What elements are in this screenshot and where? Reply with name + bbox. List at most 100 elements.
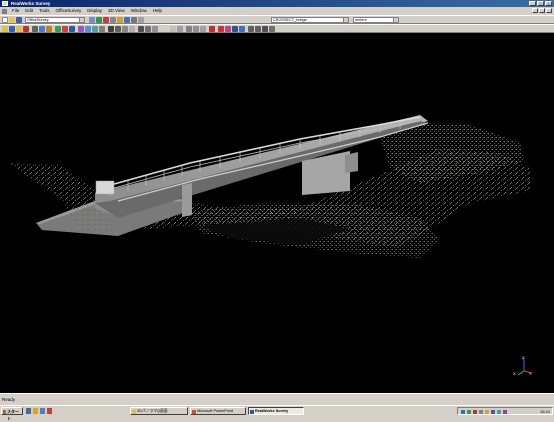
toolbar-main: OfficeSurvey CROSSECT_bridge meters bbox=[0, 15, 554, 24]
antivirus-icon[interactable] bbox=[467, 409, 471, 414]
axis-y-label: Y bbox=[529, 371, 532, 376]
light-icon[interactable] bbox=[138, 26, 144, 32]
color-icon[interactable] bbox=[129, 26, 135, 32]
ime-icon[interactable] bbox=[485, 409, 489, 414]
task-label: Microsoft PowerPoint bbox=[197, 409, 233, 413]
perspective-icon[interactable] bbox=[115, 26, 121, 32]
menu-display[interactable]: Display bbox=[84, 7, 105, 15]
target-icon[interactable] bbox=[103, 17, 109, 23]
pick-icon[interactable] bbox=[177, 26, 183, 32]
cursor-icon[interactable] bbox=[170, 26, 176, 32]
minimize-button[interactable]: _ bbox=[529, 1, 536, 6]
pen-icon[interactable] bbox=[225, 26, 231, 32]
doc-restore-button[interactable] bbox=[539, 8, 545, 13]
taskbar: スタート 3DパノラマQ画面 Microsoft PowerPoint Real… bbox=[0, 405, 554, 421]
polyline-icon[interactable] bbox=[200, 26, 206, 32]
volume-icon[interactable] bbox=[479, 409, 483, 414]
shade-icon[interactable] bbox=[145, 26, 151, 32]
rotate-icon[interactable] bbox=[2, 26, 8, 32]
fence-icon[interactable] bbox=[110, 17, 116, 23]
mode-combo[interactable]: OfficeSurvey bbox=[25, 17, 85, 23]
point-cloud-view bbox=[8, 115, 530, 258]
toolbar-view bbox=[0, 24, 554, 33]
cloud-icon[interactable] bbox=[96, 17, 102, 23]
task-label: RealWorks Survey bbox=[255, 409, 289, 413]
remove-icon[interactable] bbox=[218, 26, 224, 32]
chevron-down-icon[interactable] bbox=[79, 18, 84, 22]
axis-x-label: X bbox=[513, 371, 516, 376]
grid-icon[interactable] bbox=[124, 17, 130, 23]
side-view-icon[interactable] bbox=[92, 26, 98, 32]
chevron-down-icon[interactable] bbox=[343, 18, 348, 22]
menu-officesurvey[interactable]: OfficeSurvey bbox=[53, 7, 85, 15]
frame-icon[interactable] bbox=[69, 26, 75, 32]
stop-icon[interactable] bbox=[209, 26, 215, 32]
delete-icon[interactable] bbox=[62, 26, 68, 32]
pan-icon[interactable] bbox=[9, 26, 15, 32]
menu-edit[interactable]: Edit bbox=[22, 7, 36, 15]
start-button[interactable]: スタート bbox=[1, 407, 23, 421]
units-combo-value: meters bbox=[355, 18, 367, 22]
sync-icon[interactable] bbox=[497, 409, 501, 414]
bridge-pier-2 bbox=[345, 152, 358, 173]
zoom-fit-icon[interactable] bbox=[262, 26, 268, 32]
front-view-icon[interactable] bbox=[85, 26, 91, 32]
cross-icon[interactable] bbox=[186, 26, 192, 32]
paste-icon[interactable] bbox=[46, 26, 52, 32]
network-icon[interactable] bbox=[461, 409, 465, 414]
undo-icon[interactable] bbox=[23, 26, 29, 32]
app-icon[interactable] bbox=[2, 1, 8, 6]
cut-icon[interactable] bbox=[32, 26, 38, 32]
points-icon[interactable] bbox=[152, 26, 158, 32]
zoom-out-icon[interactable] bbox=[255, 26, 261, 32]
ortho-icon[interactable] bbox=[108, 26, 114, 32]
doc-minimize-button[interactable] bbox=[532, 8, 538, 13]
units-combo[interactable]: meters bbox=[353, 17, 399, 23]
task-item-realworks[interactable]: RealWorks Survey bbox=[248, 407, 304, 415]
measure-icon[interactable] bbox=[117, 17, 123, 23]
chevron-down-icon[interactable] bbox=[393, 18, 398, 22]
zoom-in-icon[interactable] bbox=[248, 26, 254, 32]
show-desktop-icon[interactable] bbox=[26, 408, 31, 414]
close-button[interactable]: × bbox=[545, 1, 552, 6]
menu-help[interactable]: Help bbox=[150, 7, 165, 15]
folder-icon bbox=[132, 409, 136, 414]
task-label: 3DパノラマQ画面 bbox=[137, 409, 168, 413]
window-controls: _ □ × bbox=[529, 1, 552, 6]
menu-file[interactable]: File bbox=[9, 7, 22, 15]
quicklaunch-app-icon[interactable] bbox=[47, 408, 52, 414]
title-bar: RealWorks Survey _ □ × bbox=[0, 0, 554, 7]
maximize-button[interactable]: □ bbox=[537, 1, 544, 6]
layer-icon[interactable] bbox=[138, 17, 144, 23]
line-icon[interactable] bbox=[193, 26, 199, 32]
render-icon[interactable] bbox=[122, 26, 128, 32]
doc-close-button[interactable] bbox=[546, 8, 552, 13]
zoom-window-icon[interactable] bbox=[269, 26, 275, 32]
mode-combo-value: OfficeSurvey bbox=[27, 18, 49, 22]
contour-icon[interactable] bbox=[232, 26, 238, 32]
copy-icon[interactable] bbox=[39, 26, 45, 32]
segment-icon[interactable] bbox=[55, 26, 61, 32]
task-item-panorama[interactable]: 3DパノラマQ画面 bbox=[130, 407, 188, 415]
menu-window[interactable]: Window bbox=[128, 7, 150, 15]
tray-app-icon[interactable] bbox=[503, 409, 507, 414]
ie-icon[interactable] bbox=[33, 408, 38, 414]
display-icon[interactable] bbox=[491, 409, 495, 414]
view-icon[interactable] bbox=[131, 17, 137, 23]
explorer-icon[interactable] bbox=[40, 408, 45, 414]
3d-viewport[interactable]: Z X Y bbox=[0, 33, 554, 393]
menu-tools[interactable]: Tools bbox=[36, 7, 53, 15]
document-icon[interactable] bbox=[2, 8, 7, 14]
iso-view-icon[interactable] bbox=[99, 26, 105, 32]
menu-3d-view[interactable]: 3D View bbox=[105, 7, 128, 15]
mesh-icon[interactable] bbox=[239, 26, 245, 32]
project-combo[interactable]: CROSSECT_bridge bbox=[271, 17, 349, 23]
open-folder-icon[interactable] bbox=[9, 17, 15, 23]
zoom-icon[interactable] bbox=[16, 26, 22, 32]
task-item-powerpoint[interactable]: Microsoft PowerPoint bbox=[190, 407, 246, 415]
top-view-icon[interactable] bbox=[78, 26, 84, 32]
save-icon[interactable] bbox=[16, 17, 22, 23]
alert-icon[interactable] bbox=[473, 409, 477, 414]
select-icon[interactable] bbox=[89, 17, 95, 23]
new-icon[interactable] bbox=[2, 17, 8, 23]
